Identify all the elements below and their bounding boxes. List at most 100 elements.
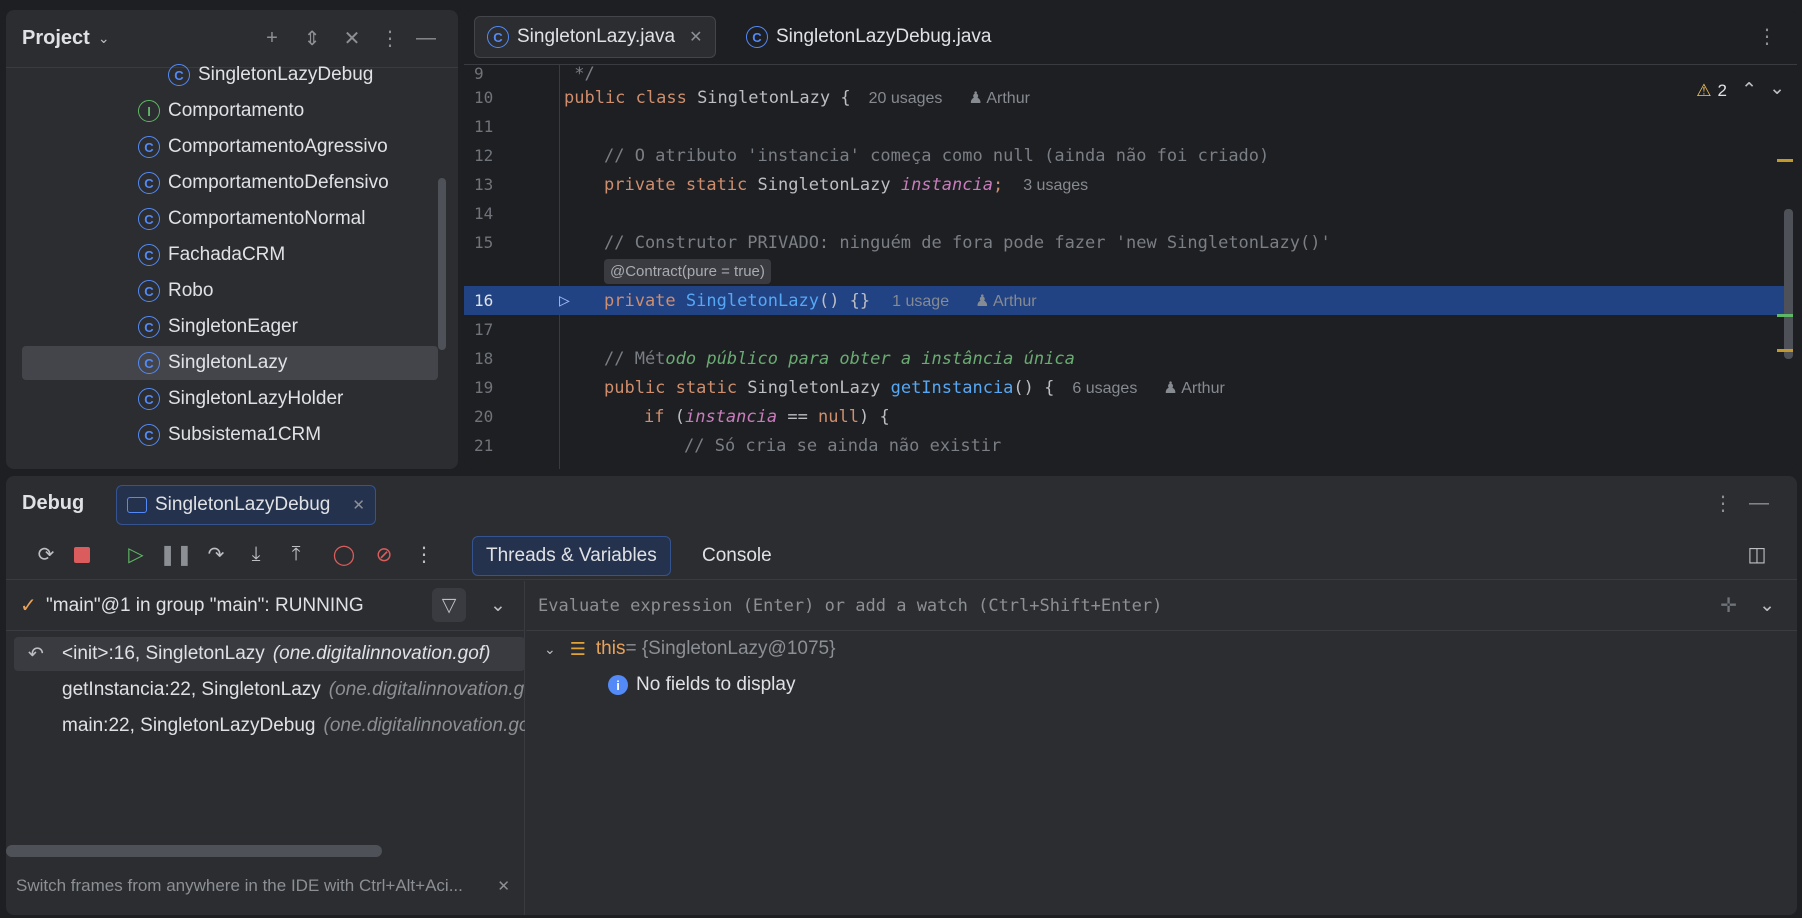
- thread-selector[interactable]: ✓ "main"@1 in group "main": RUNNING ▽ ⌄: [6, 581, 524, 631]
- tab-threads-variables[interactable]: Threads & Variables: [472, 536, 671, 576]
- code-line-11: 11: [474, 117, 494, 136]
- editor-tabs: C SingletonLazy.java ✕ C SingletonLazyDe…: [464, 10, 1797, 65]
- chevron-down-icon[interactable]: ⌄: [98, 30, 110, 47]
- debug-title[interactable]: Debug: [22, 492, 84, 515]
- filter-icon[interactable]: ▽: [432, 588, 466, 622]
- tree-item[interactable]: C SingletonEager: [138, 310, 298, 344]
- variable-row-this[interactable]: ⌄ ☰ this = {SingletonLazy@1075}: [544, 631, 835, 667]
- editor-panel: C SingletonLazy.java ✕ C SingletonLazyDe…: [464, 10, 1797, 469]
- tree-item[interactable]: C SingletonLazy: [22, 346, 438, 380]
- frames-hscrollbar[interactable]: [6, 845, 382, 857]
- more-options-icon[interactable]: ⋮: [374, 26, 406, 51]
- minimize-icon[interactable]: —: [1743, 492, 1775, 515]
- interface-icon: I: [138, 100, 160, 122]
- chevron-down-icon[interactable]: ⌄: [544, 641, 556, 658]
- code-line-10: 10 public class SingletonLazy {20 usages…: [474, 87, 1030, 108]
- stop-icon[interactable]: [74, 546, 90, 563]
- previous-highlight-icon[interactable]: ⌃: [1741, 79, 1757, 102]
- execution-point-icon: ▷: [559, 290, 570, 311]
- collapse-all-icon[interactable]: ✕: [336, 26, 368, 51]
- tree-item[interactable]: C Robo: [138, 274, 213, 308]
- tree-item[interactable]: C SingletonLazyHolder: [138, 382, 343, 416]
- error-stripe-warning[interactable]: [1777, 159, 1793, 162]
- close-icon[interactable]: ✕: [689, 27, 702, 47]
- close-icon[interactable]: ✕: [352, 496, 365, 514]
- step-over-icon[interactable]: ↷: [200, 542, 232, 567]
- debug-panel: Debug SingletonLazyDebug ✕ ⋮ — ⟳ ▷ ❚❚ ↷ …: [6, 476, 1797, 915]
- debug-toolbar: ⟳ ▷ ❚❚ ↷ ⤓ ⤒ ◯ ⊘ ⋮ Threads & Variables C…: [6, 530, 1797, 580]
- resume-icon[interactable]: ▷: [120, 542, 152, 567]
- usages-hint[interactable]: 6 usages: [1072, 380, 1137, 397]
- add-watch-icon[interactable]: ✛: [1720, 593, 1737, 618]
- view-breakpoints-icon[interactable]: ◯: [328, 542, 360, 567]
- expand-all-icon[interactable]: ⇕: [296, 26, 328, 51]
- close-icon[interactable]: ✕: [497, 877, 510, 895]
- warnings-indicator[interactable]: ⚠ 2: [1696, 81, 1727, 101]
- rerun-icon[interactable]: ⟳: [30, 542, 62, 567]
- error-stripe-change[interactable]: [1777, 314, 1793, 317]
- tree-item[interactable]: C ComportamentoNormal: [138, 202, 365, 236]
- return-frame-icon: ↶: [28, 643, 44, 665]
- tab-label: SingletonLazy.java: [517, 26, 676, 47]
- class-icon: C: [138, 136, 160, 158]
- tree-item-label: FachadaCRM: [168, 244, 286, 265]
- mute-breakpoints-icon[interactable]: ⊘: [368, 542, 400, 567]
- no-fields-row: i No fields to display: [608, 667, 795, 703]
- editor-scrollbar[interactable]: [1784, 209, 1793, 359]
- check-icon: ✓: [20, 595, 37, 617]
- error-stripe-warning[interactable]: [1777, 349, 1793, 352]
- step-into-icon[interactable]: ⤓: [240, 543, 272, 566]
- more-options-icon[interactable]: ⋮: [408, 542, 440, 567]
- more-options-icon[interactable]: ⋮: [1751, 24, 1783, 49]
- tab-singletonlazydebug-java[interactable]: C SingletonLazyDebug.java: [734, 16, 1004, 58]
- stack-frame[interactable]: getInstancia:22, SingletonLazy (one.digit…: [14, 673, 525, 707]
- tab-console[interactable]: Console: [692, 536, 782, 576]
- tree-item-label: ComportamentoDefensivo: [168, 172, 389, 193]
- contract-inlay[interactable]: @Contract(pure = true): [604, 259, 771, 284]
- usages-hint[interactable]: 3 usages: [1023, 177, 1088, 194]
- chevron-down-icon[interactable]: ⌄: [490, 594, 506, 617]
- info-icon: i: [608, 675, 628, 695]
- class-icon: C: [138, 280, 160, 302]
- usages-hint[interactable]: 1 usage: [892, 293, 949, 310]
- tree-item-label: Subsistema1CRM: [168, 424, 322, 445]
- code-line-21: 21 // Só cria se ainda não existir: [474, 435, 1002, 456]
- variables-pane: Evaluate expression (Enter) or add a wat…: [526, 581, 1797, 915]
- minimize-icon[interactable]: —: [410, 27, 442, 50]
- author-hint[interactable]: ♟ Arthur: [975, 293, 1036, 310]
- class-icon: C: [487, 26, 509, 48]
- tree-item[interactable]: C Subsistema1CRM: [138, 418, 321, 452]
- step-out-icon[interactable]: ⤒: [280, 543, 312, 566]
- code-area[interactable]: ⚠ 2 ⌃ ⌄ 9 */ 10 public class SingletonLa…: [464, 65, 1797, 469]
- usages-hint[interactable]: 20 usages: [869, 90, 943, 107]
- tree-item[interactable]: C FachadaCRM: [138, 238, 285, 272]
- tree-item-label: ComportamentoNormal: [168, 208, 366, 229]
- class-debug-icon: C: [746, 26, 768, 48]
- add-icon[interactable]: +: [256, 27, 288, 50]
- pause-icon[interactable]: ❚❚: [159, 542, 193, 567]
- layout-icon[interactable]: ◫: [1741, 542, 1773, 567]
- stack-frame[interactable]: ↶ <init>:16, SingletonLazy (one.digitalinn…: [14, 637, 525, 671]
- chevron-down-icon[interactable]: ⌄: [1759, 594, 1775, 617]
- tree-item-label: Robo: [168, 280, 214, 301]
- tree-item[interactable]: I Comportamento: [138, 94, 304, 128]
- author-hint[interactable]: ♟ Arthur: [968, 90, 1029, 107]
- evaluate-field[interactable]: Evaluate expression (Enter) or add a wat…: [526, 581, 1797, 631]
- tree-item-label: Comportamento: [168, 100, 305, 121]
- tree-item[interactable]: C ComportamentoAgressivo: [138, 130, 388, 164]
- tree-item[interactable]: C ComportamentoDefensivo: [138, 166, 389, 200]
- project-title[interactable]: Project: [22, 27, 90, 50]
- code-line-16-execution-point: 16 ▷ private SingletonLazy() {} 1 usage ♟ …: [464, 286, 1784, 315]
- debug-header: Debug SingletonLazyDebug ✕ ⋮ —: [6, 476, 1797, 530]
- debug-session-tab[interactable]: SingletonLazyDebug ✕: [116, 485, 376, 525]
- tree-item-label: SingletonLazyDebug: [198, 64, 374, 85]
- next-highlight-icon[interactable]: ⌄: [1769, 77, 1785, 100]
- tree-item[interactable]: C SingletonLazyDebug: [168, 58, 373, 92]
- frames-hint: Switch frames from anywhere in the IDE w…: [16, 876, 510, 895]
- author-hint[interactable]: ♟ Arthur: [1163, 380, 1224, 397]
- stack-frame[interactable]: main:22, SingletonLazyDebug (one.digitali…: [14, 709, 525, 743]
- code-line-14: 14: [474, 204, 494, 223]
- tab-singletonlazy-java[interactable]: C SingletonLazy.java ✕: [474, 16, 716, 58]
- tree-scrollbar[interactable]: [438, 178, 446, 350]
- more-options-icon[interactable]: ⋮: [1707, 491, 1739, 516]
